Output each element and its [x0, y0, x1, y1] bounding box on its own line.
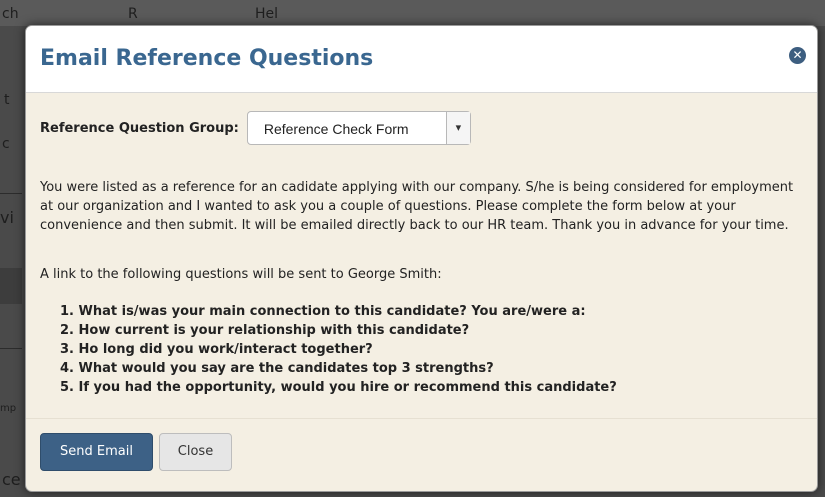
background-text: R: [128, 6, 138, 22]
close-button[interactable]: Close: [159, 433, 232, 471]
background-text: vi: [0, 208, 14, 227]
question-group-row: Reference Question Group: Reference Chec…: [40, 111, 471, 145]
background-toolbar: [0, 0, 825, 26]
question-group-label: Reference Question Group:: [40, 120, 239, 136]
background-text: t: [4, 92, 10, 108]
question-item: 2. How current is your relationship with…: [60, 323, 470, 338]
question-item: 1. What is/was your main connection to t…: [60, 304, 586, 319]
send-email-button[interactable]: Send Email: [40, 433, 153, 471]
intro-paragraph: You were listed as a reference for an ca…: [40, 180, 794, 233]
background-block: [0, 268, 22, 304]
background-text: mp: [0, 403, 17, 414]
background-divider: [0, 193, 22, 194]
question-list: 1. What is/was your main connection to t…: [60, 302, 617, 397]
dialog-header: Email Reference Questions ✕: [26, 26, 817, 93]
background-text: c: [2, 136, 10, 152]
chevron-down-icon[interactable]: ▾: [445, 112, 470, 144]
background-divider: [0, 348, 22, 349]
close-icon[interactable]: ✕: [789, 47, 806, 64]
link-recipient-text: A link to the following questions will b…: [40, 267, 442, 282]
dialog-title: Email Reference Questions: [40, 46, 374, 71]
background-text: ce: [2, 470, 21, 489]
footer-divider: [26, 418, 817, 419]
question-group-select[interactable]: Reference Check Form ▾: [246, 111, 471, 145]
question-item: 3. Ho long did you work/interact togethe…: [60, 342, 373, 357]
question-item: 5. If you had the opportunity, would you…: [60, 380, 617, 395]
email-reference-dialog: Email Reference Questions ✕ Reference Qu…: [25, 25, 818, 492]
question-group-value: Reference Check Form: [263, 121, 409, 137]
background-text: ch: [2, 6, 19, 22]
background-text: Hel: [255, 6, 279, 22]
question-item: 4. What would you say are the candidates…: [60, 361, 494, 376]
